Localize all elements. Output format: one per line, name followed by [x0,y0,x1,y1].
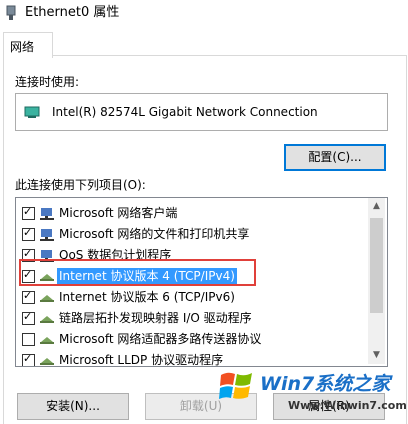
item-label: Internet 协议版本 6 (TCP/IPv6) [59,290,235,304]
item-label: Microsoft 网络客户端 [59,206,178,220]
protocol-icon [40,358,54,365]
network-client-icon [40,208,54,220]
scrollbar-thumb[interactable] [370,218,383,313]
scroll-up-icon[interactable]: ▲ [368,198,385,215]
file-share-icon [40,229,54,241]
list-item[interactable]: ✓ Microsoft 网络客户端 [16,202,368,224]
tab-network[interactable]: 网络 [3,32,53,58]
list-item[interactable]: ✓ Internet 协议版本 6 (TCP/IPv6) [16,286,368,308]
item-checkbox[interactable]: ✓ [22,310,35,325]
configure-button[interactable]: 配置(C)... [284,144,386,171]
check-mark-icon: ✓ [23,289,33,302]
protocol-icon [40,295,54,302]
title-bar: Ethernet0 属性 [0,0,408,30]
item-checkbox[interactable]: ✓ [22,352,35,366]
adapter-name: Intel(R) 82574L Gigabit Network Connecti… [52,105,318,119]
list-item[interactable]: Microsoft 网络适配器多路传送器协议 [16,328,368,350]
network-adapter-icon [6,5,16,20]
items-label: 此连接使用下列项目(O): [15,178,146,192]
item-checkbox[interactable]: ✓ [22,289,35,304]
watermark: Win7系统之家 Www.Winwin7.com [218,365,408,423]
check-mark-icon: ✓ [23,205,33,218]
adapter-box: Intel(R) 82574L Gigabit Network Connecti… [15,93,388,131]
install-button[interactable]: 安装(N)... [17,393,129,420]
window-title: Ethernet0 属性 [25,5,120,20]
item-label: Microsoft LLDP 协议驱动程序 [59,353,224,367]
item-label: Microsoft 网络的文件和打印机共享 [59,227,250,241]
watermark-text: Win7系统之家 [260,373,391,395]
list-item[interactable]: ✓ 链路层拓扑发现映射器 I/O 驱动程序 [16,307,368,329]
item-label: 链路层拓扑发现映射器 I/O 驱动程序 [59,311,252,325]
protocol-icon [40,337,54,344]
item-checkbox[interactable]: ✓ [22,205,35,220]
scroll-down-icon[interactable]: ▼ [368,347,385,364]
protocol-icon [40,316,54,323]
item-checkbox[interactable] [22,333,35,346]
connect-using-label: 连接时使用: [15,75,80,89]
annotation-highlight-box [19,259,256,286]
watermark-url: Www.Winwin7.com [288,399,407,412]
tab-network-label: 网络 [10,40,35,54]
tab-strip: 网络 [0,30,408,58]
item-checkbox[interactable]: ✓ [22,226,35,241]
check-mark-icon: ✓ [23,352,33,365]
check-mark-icon: ✓ [23,226,33,239]
list-item[interactable]: ✓ Microsoft 网络的文件和打印机共享 [16,223,368,245]
windows-logo-icon [219,372,252,399]
list-scrollbar[interactable]: ▲ ▼ [368,198,385,364]
item-label: Microsoft 网络适配器多路传送器协议 [59,332,262,346]
network-adapter-icon [24,106,40,118]
check-mark-icon: ✓ [23,310,33,323]
